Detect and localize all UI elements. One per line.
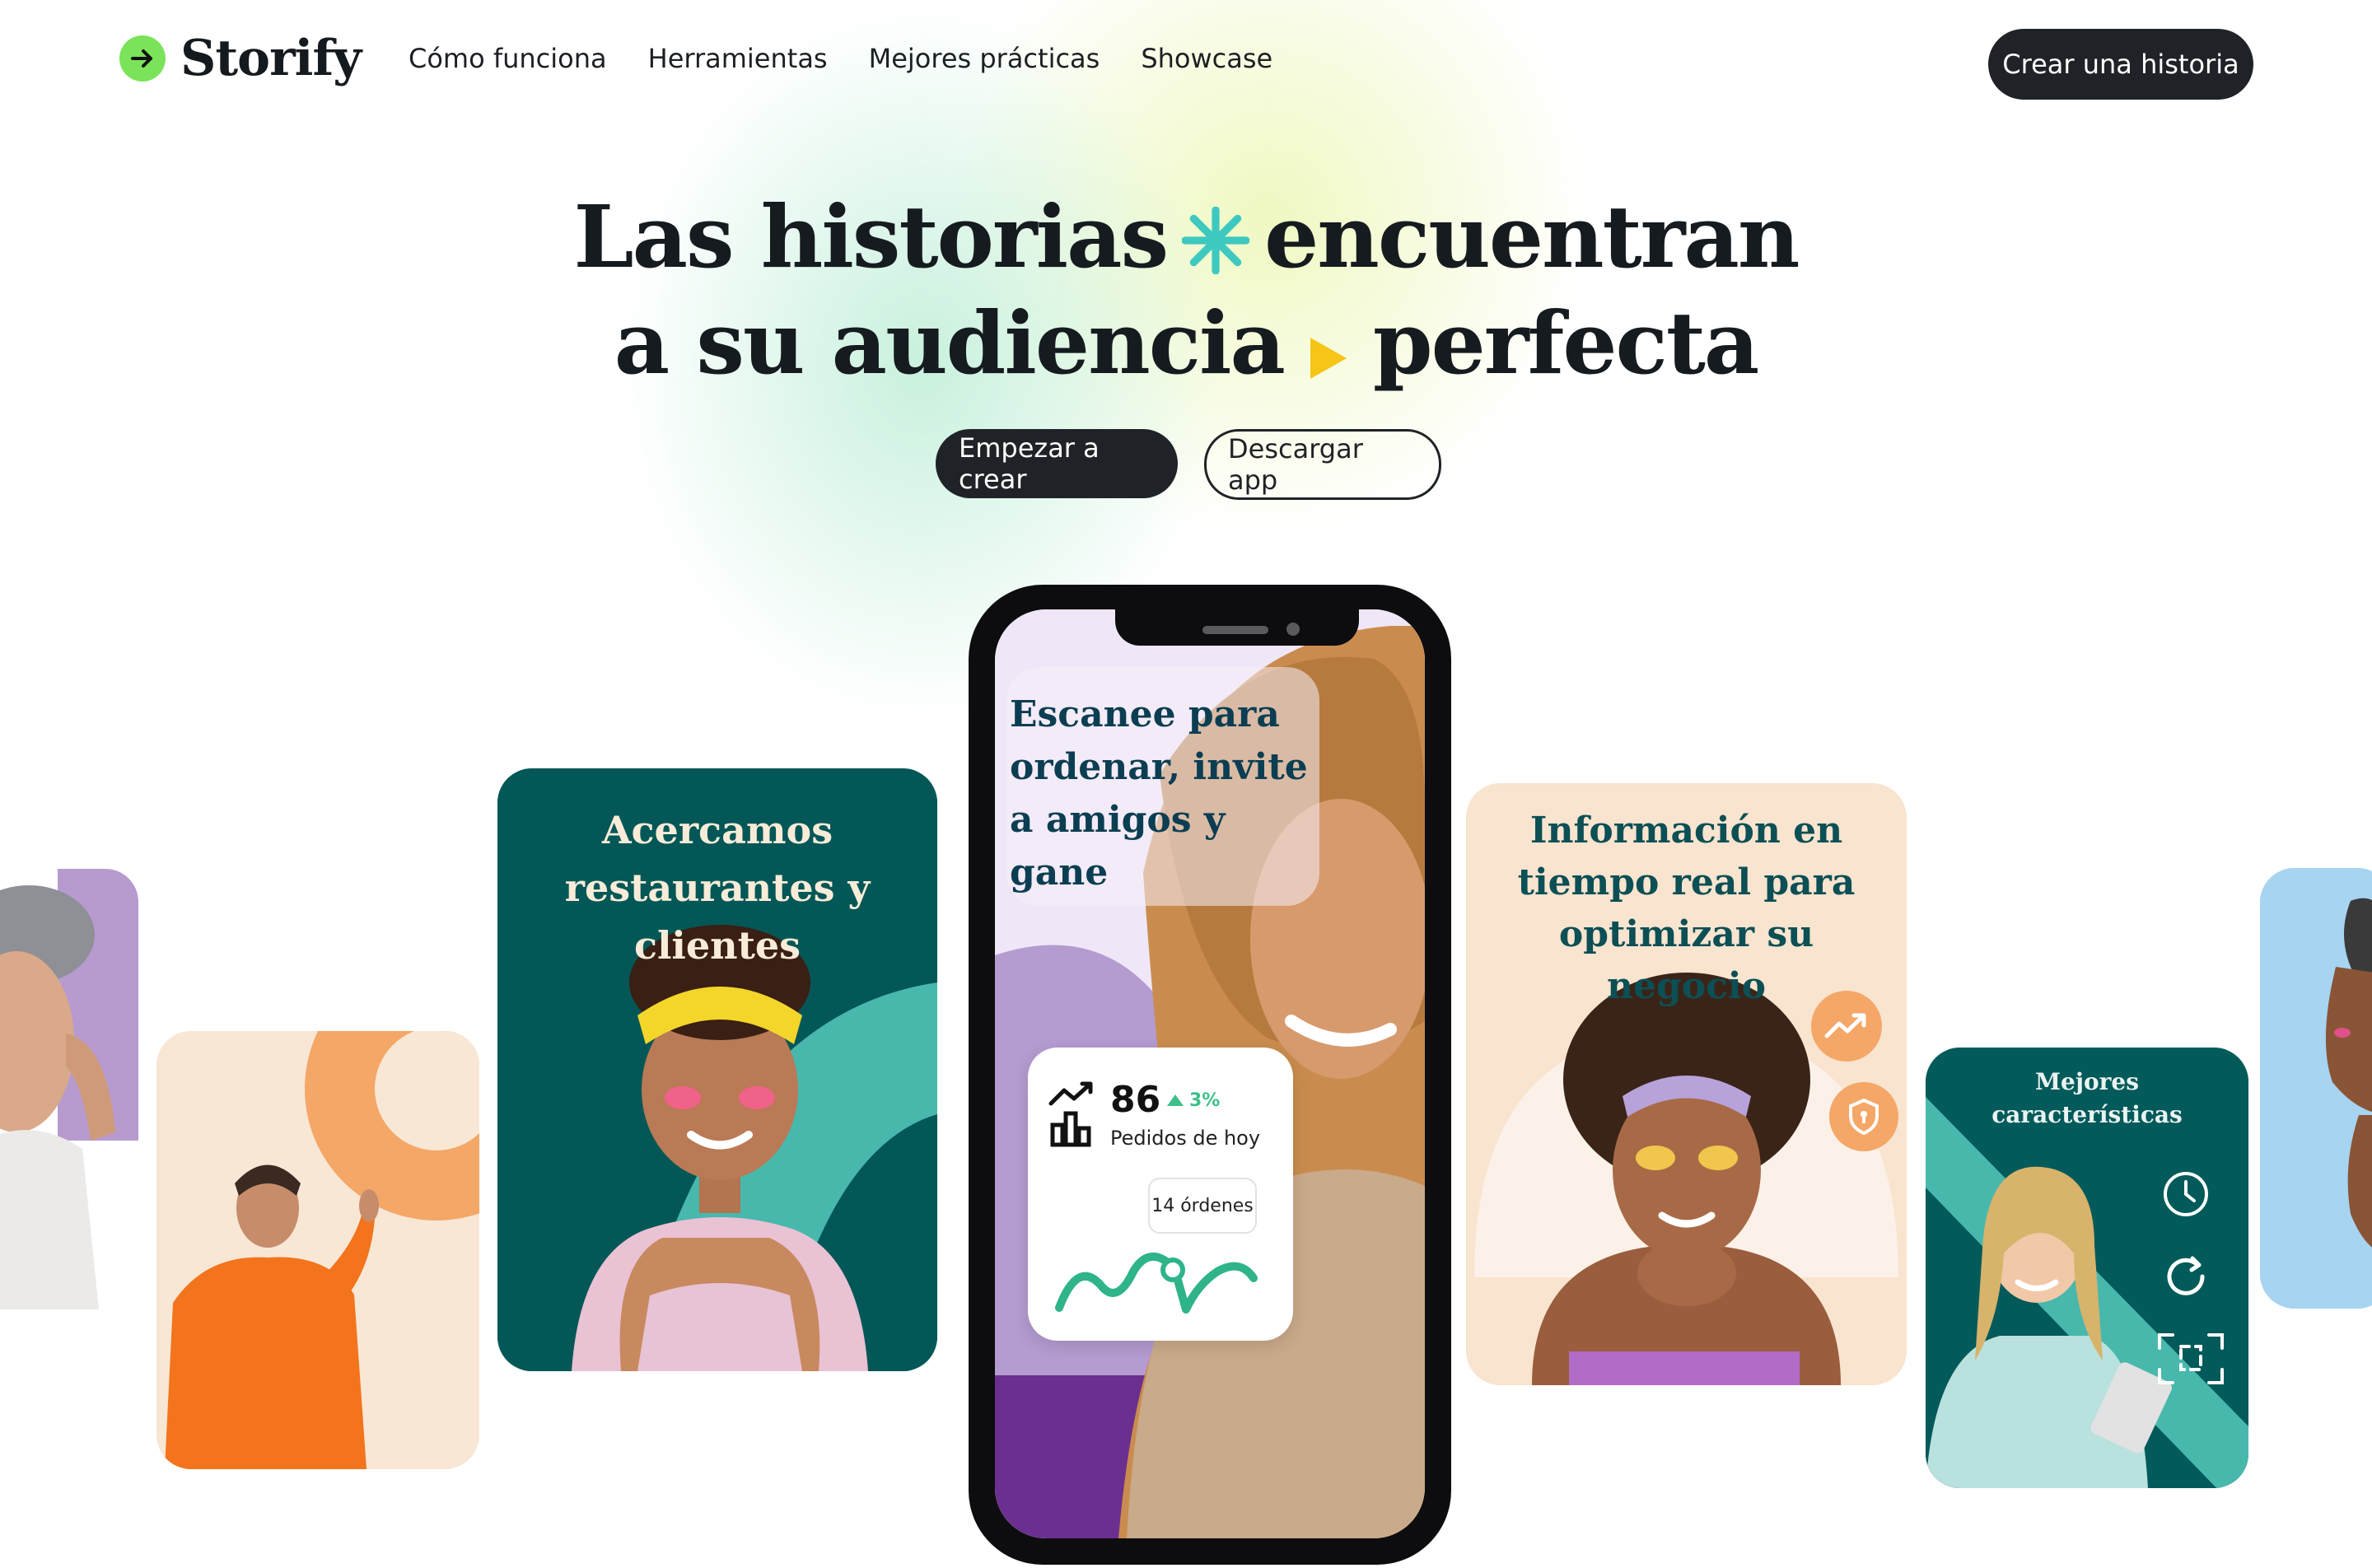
scan-frame-icon: [2156, 1332, 2225, 1389]
showcase-card-orange-hoodie[interactable]: [156, 1031, 479, 1469]
hero-title: Las historias encuentran a su audiencia …: [0, 188, 2372, 400]
phone-notch: [1115, 609, 1359, 646]
phone-screen: Escanee para ordenar, invite a amigos y …: [995, 609, 1425, 1538]
showcase-card-restaurants[interactable]: Acercamos restaurantes y clientes: [497, 768, 937, 1371]
nav-link-best-practices[interactable]: Mejores prácticas: [869, 43, 1100, 74]
showcase-card-man[interactable]: [0, 869, 138, 1309]
start-creating-button[interactable]: Empezar a crear: [936, 429, 1178, 498]
orders-label: Pedidos de hoy: [1110, 1127, 1261, 1150]
shield-icon: [1829, 1082, 1898, 1151]
asterisk-icon: [1181, 195, 1250, 294]
top-nav: Storify Cómo funciona Herramientas Mejor…: [0, 0, 2372, 132]
trending-up-icon: [1811, 991, 1882, 1062]
hero-title-part: encuentran: [1264, 186, 1800, 287]
nav-link-tools[interactable]: Herramientas: [648, 43, 828, 74]
analytics-chart-icon: [1048, 1080, 1097, 1151]
hero-title-part: a su audiencia: [614, 292, 1286, 394]
brand-name: Storify: [180, 30, 362, 87]
phone-headline: Escanee para ordenar, invite a amigos y …: [1010, 693, 1308, 894]
card-title: Mejores características: [1991, 1068, 2183, 1128]
orders-count: 86: [1110, 1079, 1161, 1121]
trend-up-triangle-icon: [1166, 1094, 1184, 1110]
hero-title-part: perfecta: [1372, 292, 1759, 394]
showcase-card-woman-profile[interactable]: [2260, 868, 2372, 1309]
hero-buttons: Empezar a crear Descargar app: [936, 429, 1441, 500]
card-title: Acercamos restaurantes y clientes: [564, 808, 871, 968]
download-app-button[interactable]: Descargar app: [1204, 429, 1441, 500]
play-triangle-icon: [1309, 301, 1348, 400]
arrow-right-icon: [119, 35, 166, 82]
showcase-card-realtime-info[interactable]: Información en tiempo real para optimiza…: [1466, 783, 1907, 1385]
camera-dot: [1286, 623, 1300, 636]
phone-mockup: Escanee para ordenar, invite a amigos y …: [969, 585, 1451, 1565]
orders-sparkline: [1055, 1252, 1258, 1314]
refresh-icon: [2161, 1252, 2211, 1304]
clock-icon: [2161, 1169, 2211, 1222]
nav-links: Cómo funciona Herramientas Mejores práct…: [409, 43, 1272, 74]
speaker-grille: [1202, 626, 1268, 634]
showcase-card-best-features[interactable]: Mejores características: [1926, 1048, 2248, 1488]
nav-link-showcase[interactable]: Showcase: [1141, 43, 1272, 74]
orders-stat-card: 86 3% Pedidos de hoy 14 órdenes: [1028, 1048, 1293, 1341]
hero-title-part: Las historias: [573, 186, 1170, 287]
card-title: Información en tiempo real para optimiza…: [1517, 810, 1856, 1007]
brand-logo[interactable]: Storify: [119, 30, 362, 87]
nav-link-how-it-works[interactable]: Cómo funciona: [409, 43, 607, 74]
orders-tooltip: 14 órdenes: [1148, 1178, 1257, 1234]
orders-change: 3%: [1189, 1090, 1221, 1111]
create-story-button[interactable]: Crear una historia: [1988, 29, 2253, 100]
